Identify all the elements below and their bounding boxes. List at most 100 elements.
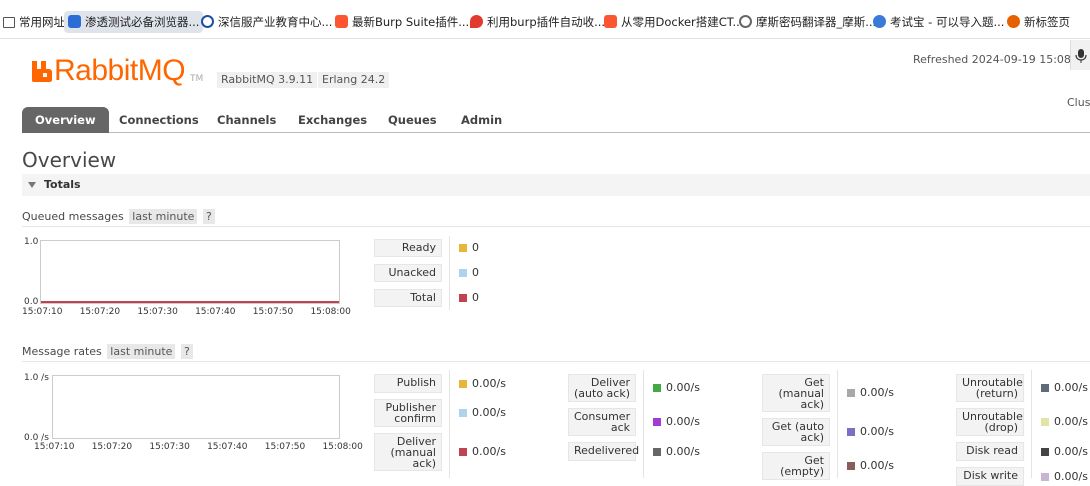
x-tick-label: 15:07:50 [252, 307, 294, 317]
legend-value: 0.00/s [666, 444, 700, 458]
legend-swatch [653, 384, 661, 392]
legend-label: Total [374, 289, 442, 307]
legend-value: 0.00/s [472, 445, 506, 458]
divider [1031, 370, 1032, 478]
divider [22, 226, 1090, 227]
legend-swatch [459, 269, 467, 277]
y-tick-label: 0.0 [24, 297, 39, 307]
logo-text: RabbitMQ [54, 54, 186, 87]
tab-overview[interactable]: Overview [22, 107, 109, 133]
legend-label: Disk write [956, 467, 1024, 486]
help-button[interactable]: ? [202, 209, 215, 224]
x-tick-label: 15:07:40 [207, 442, 248, 452]
x-tick-label: 15:07:20 [91, 442, 133, 452]
y-tick-label: 1.0 /s [24, 373, 49, 383]
bookmark-item[interactable]: 常用网址 [3, 11, 65, 33]
legend-value: 0.00/s [1054, 444, 1088, 458]
csdn-icon [604, 15, 617, 28]
legend-label: Unacked [374, 264, 442, 282]
legend-swatch [459, 244, 467, 252]
legend-swatch [653, 447, 661, 456]
tab-connections[interactable]: Connections [119, 107, 199, 133]
legend-value: 0 [472, 241, 479, 254]
x-tick-label: 15:07:40 [195, 307, 236, 317]
tab-channels[interactable]: Channels [217, 107, 276, 133]
divider [449, 236, 450, 310]
divider [22, 361, 1090, 362]
range-selector[interactable]: last minute [107, 344, 176, 359]
refreshed-timestamp: Refreshed 2024-09-19 15:08: [913, 53, 1075, 66]
legend-label: Get (manual ack) [762, 374, 830, 412]
flame-icon [470, 15, 483, 28]
legend-label: Get (auto ack) [762, 418, 830, 446]
page-title: Overview [22, 148, 117, 172]
shield-icon [68, 15, 81, 28]
legend-value: 0.00/s [472, 376, 506, 390]
legend-label: Consumer ack [568, 408, 636, 436]
legend-swatch [459, 448, 467, 456]
tab-exchanges[interactable]: Exchanges [298, 107, 367, 133]
queued-messages-title: Queued messages last minute ? [22, 209, 215, 224]
collapse-caret-icon [28, 182, 36, 188]
rabbitmq-logo-icon [32, 61, 52, 82]
bookmark-item[interactable]: 摩斯密码翻译器_摩斯... [739, 11, 876, 33]
legend-swatch [1041, 384, 1049, 392]
bookmark-item[interactable]: 利用burp插件自动收... [470, 11, 605, 33]
totals-label: Totals [44, 178, 81, 191]
queued-messages-chart [40, 240, 340, 304]
legend-value: 0.00/s [860, 459, 894, 472]
legend-swatch [459, 409, 467, 417]
bookmark-item[interactable]: 深信服产业教育中心... [201, 11, 332, 33]
bookmark-item[interactable]: 考试宝 - 可以导入题... [873, 11, 1004, 33]
x-tick-label: 15:07:50 [264, 442, 306, 452]
microphone-icon[interactable] [1070, 40, 1090, 70]
legend-value: 0.00/s [860, 425, 894, 438]
legend-label: Ready [374, 239, 442, 257]
bookmark-item[interactable]: 渗透测试必备浏览器... [64, 11, 204, 33]
x-tick-label: 15:07:20 [79, 307, 121, 317]
legend-swatch [1041, 447, 1049, 456]
legend-label: Deliver (manual ack) [374, 433, 442, 471]
x-tick-label: 15:07:30 [137, 307, 178, 317]
legend-swatch [653, 418, 661, 426]
firefox-icon [1007, 15, 1020, 28]
legend-value: 0.00/s [666, 415, 700, 428]
help-button[interactable]: ? [180, 344, 193, 359]
legend-label: Unroutable (drop) [956, 408, 1024, 436]
globe-icon [739, 15, 752, 28]
legend-swatch [847, 428, 855, 436]
logo-trademark: TM [190, 74, 204, 84]
x-tick-label: 15:08:00 [322, 442, 363, 452]
legend-value: 0.00/s [1054, 415, 1088, 428]
legend-value: 0 [472, 291, 479, 304]
y-tick-label: 1.0 [24, 237, 39, 247]
divider [837, 370, 838, 478]
legend-label: Get (empty) [762, 452, 830, 480]
legend-value: 0.00/s [472, 406, 506, 419]
bookmark-item[interactable]: 从零用Docker搭建CT... [604, 11, 743, 33]
legend-swatch [847, 389, 855, 397]
folder-icon [3, 17, 15, 28]
x-tick-label: 15:07:10 [22, 307, 63, 317]
legend-value: 0.00/s [1054, 469, 1088, 483]
legend-label: Unroutable (return) [956, 374, 1024, 402]
range-selector[interactable]: last minute [129, 209, 198, 224]
erlang-version: Erlang 24.2 [318, 72, 390, 88]
legend-value: 0.00/s [1054, 381, 1088, 394]
message-rates-chart [52, 375, 340, 439]
totals-section-header[interactable]: Totals [22, 174, 1090, 196]
legend-swatch [847, 462, 855, 470]
rabbitmq-version: RabbitMQ 3.9.11 [217, 72, 318, 88]
legend-value: 0 [472, 266, 479, 279]
x-tick-label: 15:08:00 [310, 307, 351, 317]
bookmark-item[interactable]: 最新Burp Suite插件... [335, 11, 469, 33]
bookmarks-bar: 常用网址 渗透测试必备浏览器... 深信服产业教育中心... 最新Burp Su… [0, 0, 1090, 39]
divider [643, 370, 644, 478]
bookmark-item[interactable]: 新标签页 [1007, 11, 1070, 33]
tab-queues[interactable]: Queues [388, 107, 437, 133]
message-rates-title: Message rates last minute ? [22, 344, 193, 359]
divider [449, 370, 450, 478]
tab-admin[interactable]: Admin [461, 107, 502, 133]
bulb-icon [873, 15, 886, 28]
legend-label: Disk read [956, 442, 1024, 461]
